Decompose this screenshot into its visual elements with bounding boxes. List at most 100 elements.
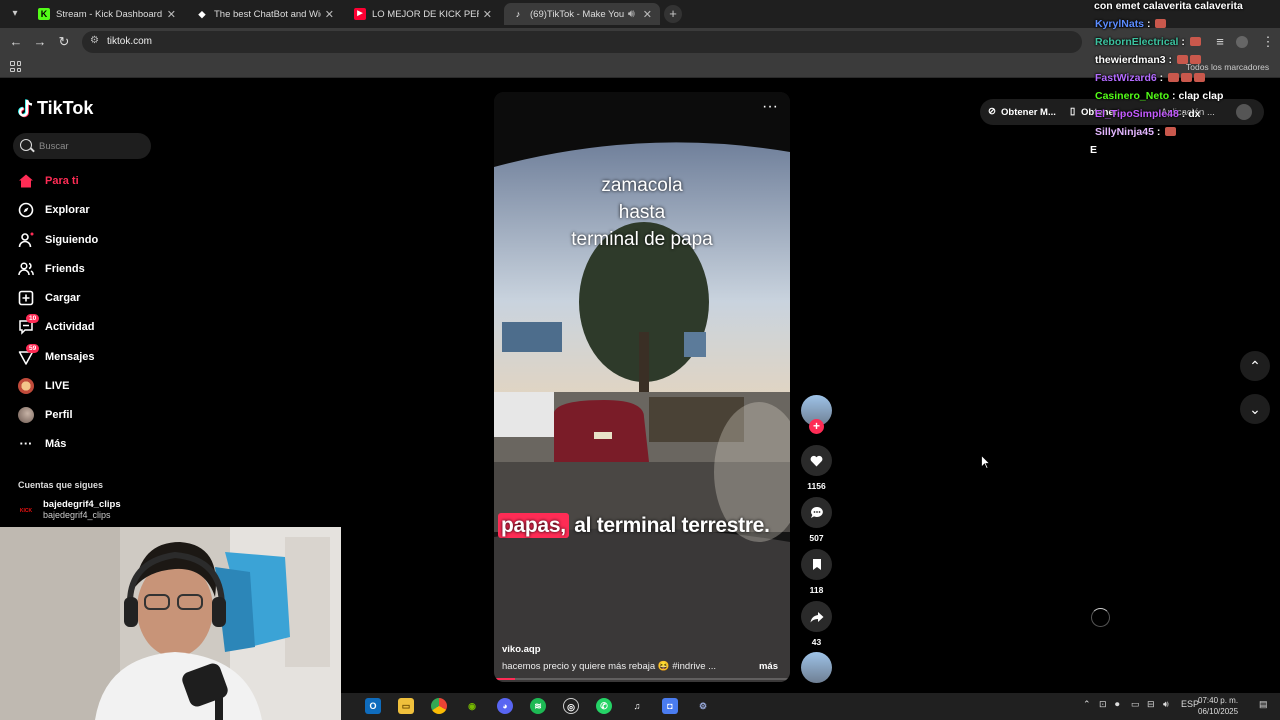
previous-video-button[interactable]: ⌃ bbox=[1240, 351, 1270, 381]
nav-label: Más bbox=[45, 438, 67, 450]
nav-para-ti[interactable]: Para ti bbox=[18, 171, 79, 191]
volume-icon[interactable]: 🔊︎ bbox=[1163, 699, 1169, 710]
user-avatar[interactable] bbox=[1236, 104, 1252, 120]
forward-icon[interactable]: → bbox=[32, 34, 48, 50]
caption-rest: al terminal terrestre. bbox=[568, 514, 770, 537]
emote-icon bbox=[1155, 19, 1167, 28]
nav-friends[interactable]: Friends bbox=[18, 259, 85, 279]
sound-avatar[interactable] bbox=[801, 652, 832, 683]
browser-tab-bar: ▾ K Stream - Kick Dashboard ✕ ◆ The best… bbox=[0, 0, 1280, 28]
share-icon[interactable] bbox=[801, 601, 832, 632]
back-icon[interactable]: ← bbox=[8, 34, 24, 50]
video-progress-bar[interactable] bbox=[494, 678, 790, 680]
close-icon[interactable]: ✕ bbox=[643, 8, 652, 21]
app-icon[interactable]: ◘ bbox=[662, 698, 678, 714]
nav-explorar[interactable]: Explorar bbox=[18, 200, 90, 220]
caption-line: zamacola bbox=[601, 175, 683, 196]
next-video-button[interactable]: ⌄ bbox=[1240, 394, 1270, 424]
chat-user: Casinero_Neto bbox=[1095, 90, 1170, 102]
nav-mensajes[interactable]: 59 Mensajes bbox=[18, 344, 95, 367]
get-app-label[interactable]: Obtener M... bbox=[1001, 107, 1056, 118]
following-account[interactable]: KICK bajedegrif4_clips bajedegrif4_clips bbox=[18, 499, 121, 525]
nav-label: Mensajes bbox=[45, 351, 95, 363]
file-explorer-icon[interactable]: ▭ bbox=[398, 698, 414, 714]
whatsapp-icon[interactable]: ✆ bbox=[596, 698, 612, 714]
chat-user: thewierdman3 bbox=[1095, 54, 1166, 66]
nav-actividad[interactable]: 10 Actividad bbox=[18, 314, 95, 337]
obs-icon[interactable]: ◎ bbox=[563, 698, 579, 714]
speaker-icon[interactable]: 🔊︎ bbox=[628, 8, 635, 21]
device-icon[interactable]: ⊡ bbox=[1099, 699, 1107, 710]
browser-toolbar: ← → ↻ ⚙ tiktok.com ≡ ⋮ bbox=[0, 28, 1280, 56]
address-bar[interactable]: ⚙ tiktok.com bbox=[82, 31, 1082, 53]
nav-siguiendo[interactable]: Siguiendo bbox=[18, 230, 98, 250]
site-info-icon[interactable]: ⚙ bbox=[90, 35, 102, 47]
nvidia-icon[interactable]: ◉ bbox=[464, 698, 480, 714]
nav-live[interactable]: LIVE bbox=[18, 376, 69, 396]
outlook-icon[interactable]: O bbox=[365, 698, 381, 714]
tiktok-logo[interactable]: TikTok bbox=[18, 98, 93, 119]
chevron-up-icon[interactable]: ⌃ bbox=[1083, 699, 1091, 710]
video-author[interactable]: viko.aqp bbox=[502, 644, 541, 655]
tab-kick-dashboard[interactable]: K Stream - Kick Dashboard ✕ bbox=[30, 3, 184, 25]
video-options-icon[interactable]: ··· bbox=[762, 98, 778, 116]
video-caption-top: zamacola hasta terminal de papa bbox=[494, 172, 790, 253]
tiktok-icon: ♪ bbox=[515, 9, 521, 19]
screen-icon[interactable]: ▭ bbox=[1131, 699, 1140, 710]
nav-perfil[interactable]: Perfil bbox=[18, 405, 73, 425]
chat-message: El_TipoSimple48 : dx bbox=[1095, 108, 1201, 120]
heart-icon[interactable] bbox=[801, 445, 832, 476]
microphone-icon[interactable]: ⏺ bbox=[1115, 699, 1120, 710]
language-indicator[interactable]: ESP bbox=[1181, 699, 1199, 709]
description-more-button[interactable]: más bbox=[759, 661, 778, 672]
profile-avatar[interactable] bbox=[1236, 36, 1248, 48]
apps-icon[interactable] bbox=[10, 61, 21, 72]
comment-icon[interactable] bbox=[801, 497, 832, 528]
new-tab-button[interactable]: + bbox=[664, 5, 682, 23]
chat-user: RebornElectrical bbox=[1095, 36, 1179, 48]
caption-highlight: papas, bbox=[498, 513, 569, 538]
chrome-icon[interactable] bbox=[431, 698, 447, 714]
reload-icon[interactable]: ↻ bbox=[56, 34, 72, 50]
like-count: 1156 bbox=[807, 481, 826, 491]
tab-youtube[interactable]: ▶ LO MEJOR DE KICK PERÚ #9 | F ✕ bbox=[346, 3, 500, 25]
itunes-icon[interactable]: ♫ bbox=[629, 698, 645, 714]
tab-chatbot[interactable]: ◆ The best ChatBot and Widgets ✕ bbox=[188, 3, 342, 25]
tab-title: Stream - Kick Dashboard bbox=[56, 8, 163, 20]
loading-spinner-icon bbox=[1091, 608, 1110, 627]
windows-taskbar: O ▭ ◉ ◕ ≋ ◎ ✆ ♫ ◘ ⚙ ⌃ ⊡ ⏺ ▭ ⊟ 🔊︎ ESP ▤ bbox=[341, 693, 1280, 720]
chat-message: SillyNinja45 : bbox=[1095, 126, 1177, 138]
search-box[interactable] bbox=[13, 133, 151, 159]
more-icon: ··· bbox=[19, 436, 33, 451]
discord-icon[interactable]: ◕ bbox=[497, 698, 513, 714]
tab-tiktok[interactable]: ♪ (69)TikTok - Make Your Day 🔊︎ ✕ bbox=[504, 3, 660, 25]
nav-cargar[interactable]: Cargar bbox=[18, 288, 80, 308]
comment-action[interactable]: 507 bbox=[801, 497, 832, 543]
emote-icon bbox=[1181, 73, 1193, 82]
kick-logo-icon: KICK bbox=[19, 508, 33, 514]
steam-icon[interactable]: ⚙ bbox=[695, 698, 711, 714]
taskbar-clock[interactable]: 07:40 p. m. 06/10/2025 bbox=[1198, 695, 1238, 717]
network-icon[interactable]: ⊟ bbox=[1147, 699, 1155, 710]
chat-message: FastWizard6 : bbox=[1095, 72, 1206, 84]
close-icon[interactable]: ✕ bbox=[167, 8, 176, 21]
chat-message: Casinero_Neto : clap clap bbox=[1095, 90, 1224, 102]
close-icon[interactable]: ✕ bbox=[483, 8, 492, 21]
video-player[interactable]: ··· zamacola hasta terminal de papa papa… bbox=[494, 92, 790, 682]
like-action[interactable]: 1156 bbox=[801, 445, 832, 491]
menu-icon[interactable]: ⋮ bbox=[1260, 34, 1276, 50]
friends-icon bbox=[18, 261, 34, 277]
spotify-icon[interactable]: ≋ bbox=[530, 698, 546, 714]
save-count: 118 bbox=[809, 585, 824, 595]
save-action[interactable]: 118 bbox=[801, 549, 832, 595]
notification-icon[interactable]: ▤ bbox=[1259, 699, 1268, 710]
nav-mas[interactable]: ··· Más bbox=[18, 434, 67, 454]
reading-list-icon[interactable]: ≡ bbox=[1212, 34, 1228, 50]
close-icon[interactable]: ✕ bbox=[325, 8, 334, 21]
search-input[interactable] bbox=[39, 133, 149, 159]
share-action[interactable]: 43 bbox=[801, 601, 832, 647]
bookmark-icon[interactable] bbox=[801, 549, 832, 580]
tab-search-icon[interactable]: ▾ bbox=[6, 5, 24, 23]
follow-plus-icon[interactable]: + bbox=[809, 419, 824, 434]
chat-message: thewierdman3 : bbox=[1095, 54, 1201, 66]
